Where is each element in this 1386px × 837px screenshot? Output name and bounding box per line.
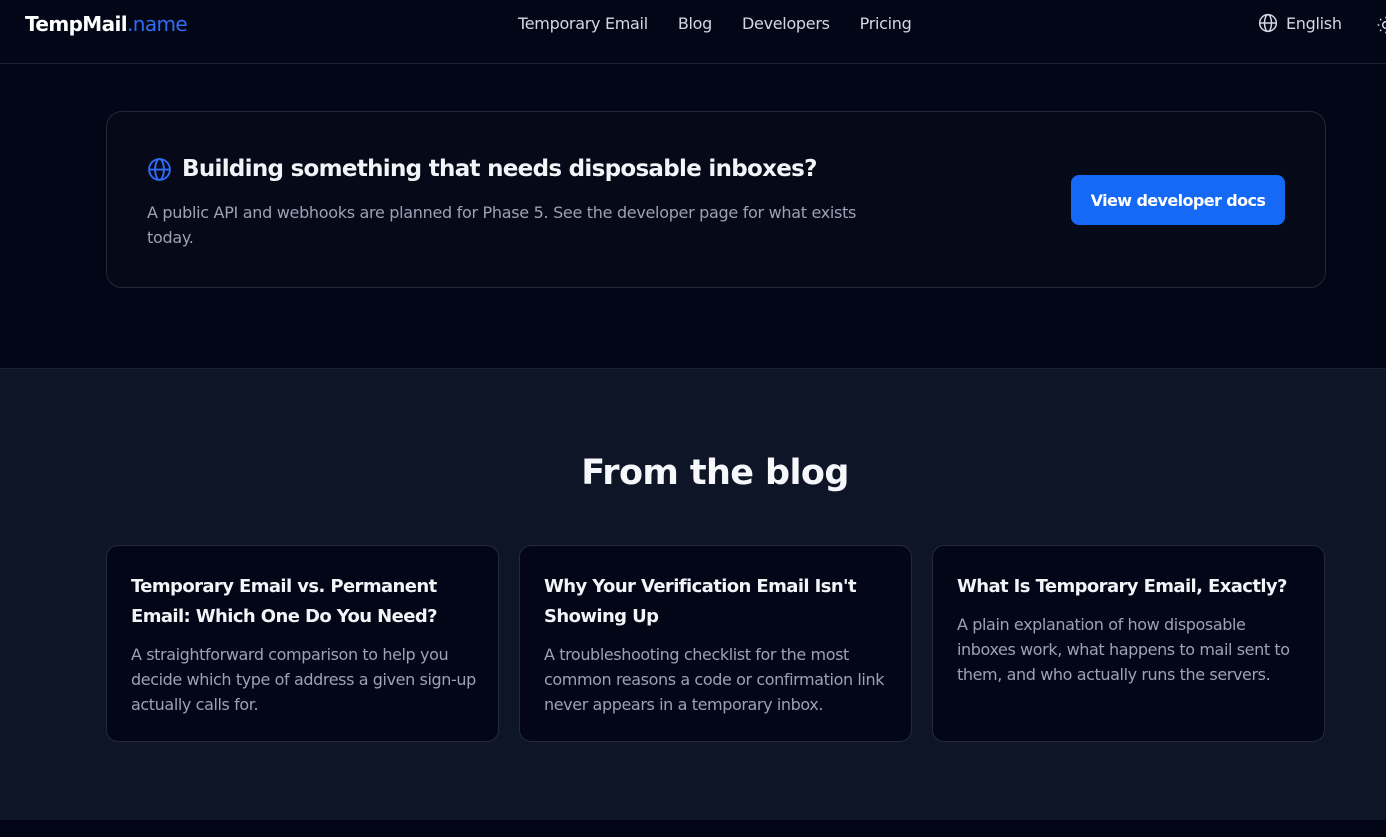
nav-link-developers[interactable]: Developers [742,14,830,33]
cta-description: A public API and webhooks are planned fo… [147,203,857,247]
language-label: English [1286,13,1342,33]
blog-post-title: Why Your Verification Email Isn't Showin… [544,576,857,627]
globe-icon [1258,13,1278,33]
globe-icon [148,157,171,181]
blog-post-card[interactable]: Why Your Verification Email Isn't Showin… [519,545,912,742]
blog-post-title: Temporary Email vs. Permanent Email: Whi… [131,576,438,627]
main-nav: Temporary Email Blog Developers Pricing [518,14,912,33]
cta-title: Building something that needs disposable… [182,156,818,182]
blog-post-card[interactable]: Temporary Email vs. Permanent Email: Whi… [106,545,499,742]
nav-link-blog[interactable]: Blog [678,14,712,33]
blog-heading: From the blog [581,453,849,493]
nav-link-pricing[interactable]: Pricing [860,14,912,33]
blog-post-excerpt: A straightforward comparison to help you… [131,645,476,714]
blog-section: From the blog Temporary Email vs. Perman… [0,368,1386,820]
language-selector[interactable]: English [1258,13,1342,33]
blog-post-title: What Is Temporary Email, Exactly? [957,576,1287,597]
site-logo[interactable]: TempMail.name [25,12,188,36]
logo-main-text: TempMail [25,12,128,36]
blog-post-card[interactable]: What Is Temporary Email, Exactly? A plai… [932,545,1325,742]
developer-cta-card: Building something that needs disposable… [106,111,1326,288]
logo-accent-text: .name [127,12,188,36]
footer-edge [0,820,1386,837]
cta-title-row: Building something that needs disposable… [147,156,818,182]
sun-icon[interactable] [1376,15,1386,35]
top-navigation-bar: TempMail.name Temporary Email Blog Devel… [0,0,1386,64]
view-developer-docs-button[interactable]: View developer docs [1071,175,1285,225]
blog-post-excerpt: A plain explanation of how disposable in… [957,615,1290,684]
nav-link-temporary-email[interactable]: Temporary Email [518,14,648,33]
blog-post-excerpt: A troubleshooting checklist for the most… [544,645,885,714]
